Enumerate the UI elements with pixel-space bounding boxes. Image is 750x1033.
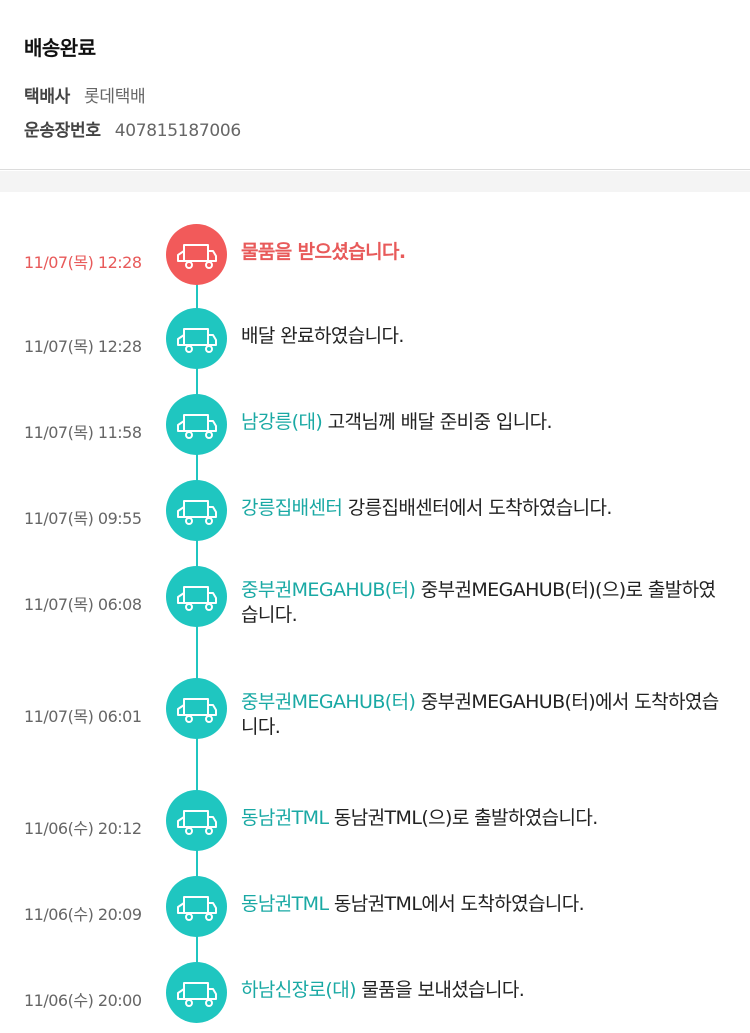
event-location: 중부권MEGAHUB(터) xyxy=(241,579,416,601)
truck-icon xyxy=(166,224,227,285)
truck-icon xyxy=(166,678,227,739)
event-time: 11/06(수) 20:09 xyxy=(24,905,142,924)
truck-icon xyxy=(166,308,227,369)
carrier-row: 택배사 롯데택배 xyxy=(24,82,146,107)
event-description: 중부권MEGAHUB(터) 중부권MEGAHUB(터)(으)로 출발하였습니다. xyxy=(241,578,731,628)
event-time: 11/07(목) 12:28 xyxy=(24,337,142,356)
event-message: 강릉집배센터에서 도착하였습니다. xyxy=(347,497,613,519)
event-message: 고객님께 배달 준비중 입니다. xyxy=(327,411,553,433)
event-time: 11/06(수) 20:12 xyxy=(24,819,142,838)
section-divider xyxy=(0,171,750,192)
truck-icon xyxy=(166,876,227,937)
tracking-number-label: 운송장번호 xyxy=(24,121,101,141)
event-location: 강릉집배센터 xyxy=(241,497,343,519)
event-time: 11/07(목) 06:01 xyxy=(24,707,142,726)
carrier-value: 롯데택배 xyxy=(84,87,146,107)
event-message: 물품을 받으셨습니다. xyxy=(241,241,406,263)
truck-icon xyxy=(166,790,227,851)
event-location: 동남권TML xyxy=(241,807,329,829)
event-description: 배달 완료하였습니다. xyxy=(241,324,731,349)
tracking-number-row: 운송장번호 407815187006 xyxy=(24,116,241,141)
event-time: 11/07(목) 06:08 xyxy=(24,595,142,614)
event-message: 동남권TML에서 도착하였습니다. xyxy=(333,893,585,915)
tracking-number-value: 407815187006 xyxy=(114,121,242,141)
truck-icon xyxy=(166,962,227,1023)
truck-icon xyxy=(166,394,227,455)
event-location: 동남권TML xyxy=(241,893,329,915)
event-description: 동남권TML 동남권TML(으)로 출발하였습니다. xyxy=(241,806,731,831)
event-time: 11/07(목) 11:58 xyxy=(24,423,142,442)
carrier-label: 택배사 xyxy=(24,87,71,107)
event-description: 중부권MEGAHUB(터) 중부권MEGAHUB(터)에서 도착하였습니다. xyxy=(241,690,731,740)
event-location: 중부권MEGAHUB(터) xyxy=(241,691,416,713)
event-location: 하남신장로(대) xyxy=(241,979,357,1001)
event-message: 물품을 보내셨습니다. xyxy=(361,979,525,1001)
event-message: 동남권TML(으)로 출발하였습니다. xyxy=(333,807,598,829)
event-description: 강릉집배센터 강릉집배센터에서 도착하였습니다. xyxy=(241,496,731,521)
event-description: 동남권TML 동남권TML에서 도착하였습니다. xyxy=(241,892,731,917)
delivery-status-title: 배송완료 xyxy=(24,36,96,60)
tracking-timeline: 11/07(목) 12:28 물품을 받으셨습니다. 11/07(목) 12:28 배… xyxy=(0,192,750,1033)
truck-icon xyxy=(166,566,227,627)
event-message: 배달 완료하였습니다. xyxy=(241,325,404,347)
truck-icon xyxy=(166,480,227,541)
event-description: 남강릉(대) 고객님께 배달 준비중 입니다. xyxy=(241,410,731,435)
delivery-summary: 배송완료 택배사 롯데택배 운송장번호 407815187006 xyxy=(0,0,750,170)
event-description: 물품을 받으셨습니다. xyxy=(241,240,731,265)
event-time: 11/07(목) 09:55 xyxy=(24,509,142,528)
event-time: 11/06(수) 20:00 xyxy=(24,991,142,1010)
event-description: 하남신장로(대) 물품을 보내셨습니다. xyxy=(241,978,731,1003)
event-time: 11/07(목) 12:28 xyxy=(24,253,142,272)
event-location: 남강릉(대) xyxy=(241,411,323,433)
